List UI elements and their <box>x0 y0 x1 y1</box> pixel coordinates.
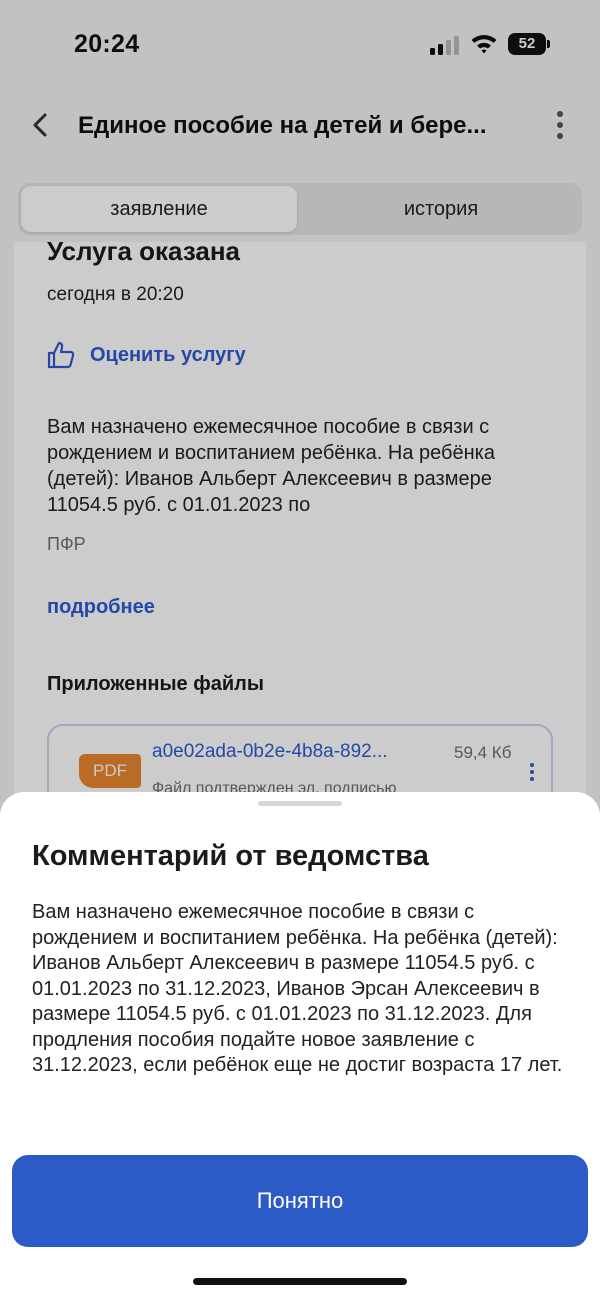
home-indicator <box>193 1278 407 1285</box>
comment-bottom-sheet: Комментарий от ведомства Вам назначено е… <box>0 792 600 1300</box>
sheet-comment-text: Вам назначено ежемесячное пособие в связ… <box>32 901 563 1076</box>
ok-button[interactable]: Понятно <box>12 1155 588 1247</box>
sheet-grabber[interactable] <box>258 801 342 806</box>
sheet-title: Комментарий от ведомства <box>32 840 429 872</box>
